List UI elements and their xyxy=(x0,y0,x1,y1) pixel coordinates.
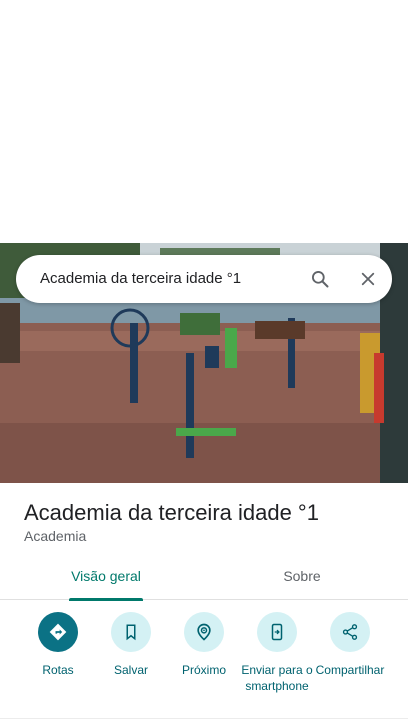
save-label: Salvar xyxy=(113,663,148,677)
send-to-phone-icon xyxy=(257,612,297,652)
bookmark-icon xyxy=(111,612,151,652)
search-bar[interactable]: Academia da terceira idade °1 xyxy=(16,255,392,303)
tab-overview[interactable]: Visão geral xyxy=(34,556,178,601)
share-icon xyxy=(330,612,370,652)
search-input[interactable]: Academia da terceira idade °1 xyxy=(40,255,241,303)
place-title: Academia da terceira idade °1 xyxy=(24,500,319,525)
tab-overview-label: Visão geral xyxy=(71,568,141,584)
save-button[interactable]: Salvar xyxy=(91,612,171,678)
search-icon[interactable] xyxy=(302,261,338,297)
action-buttons: Rotas Salvar Próximo Enviar para o smart… xyxy=(0,612,408,712)
directions-label: Rotas xyxy=(42,663,74,677)
place-category[interactable]: Academia xyxy=(24,528,86,544)
nearby-label: Próximo xyxy=(181,663,226,677)
nearby-button[interactable]: Próximo xyxy=(164,612,244,678)
tab-bar: Visão geral Sobre xyxy=(0,556,408,601)
directions-icon xyxy=(38,612,78,652)
share-label: Compartilhar xyxy=(315,663,385,677)
tab-about-label: Sobre xyxy=(283,568,321,584)
nearby-icon xyxy=(184,612,224,652)
close-icon[interactable] xyxy=(350,261,386,297)
divider xyxy=(0,718,408,719)
map-blank-area xyxy=(0,0,408,243)
share-button[interactable]: Compartilhar xyxy=(310,612,390,678)
directions-button[interactable]: Rotas xyxy=(18,612,98,678)
active-tab-indicator xyxy=(69,598,143,601)
tab-about[interactable]: Sobre xyxy=(230,556,374,600)
send-to-phone-label: Enviar para o smartphone xyxy=(241,663,313,693)
send-to-phone-button[interactable]: Enviar para o smartphone xyxy=(237,612,317,694)
